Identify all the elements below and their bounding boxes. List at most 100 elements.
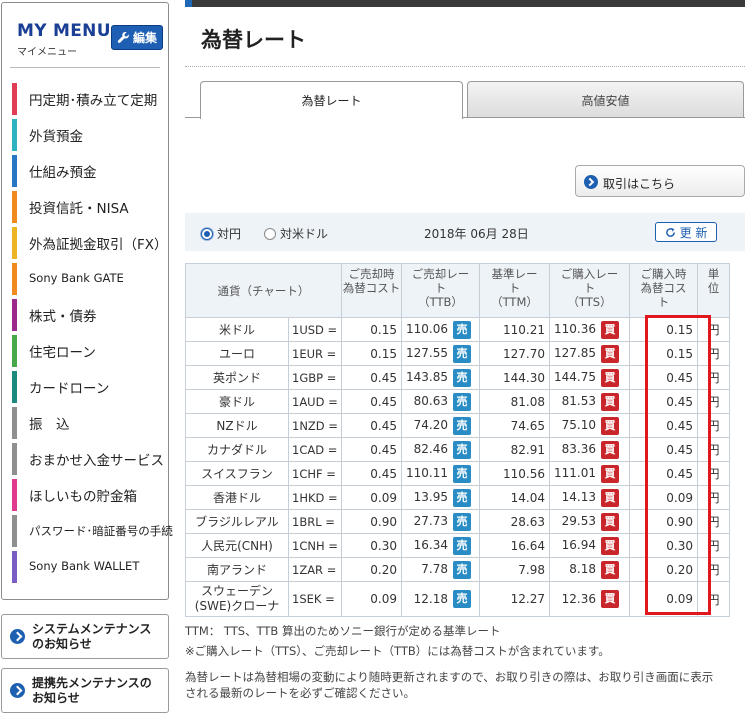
currency-chart-link[interactable]: 南アランド	[185, 557, 289, 582]
currency-chart-link[interactable]: カナダドル	[185, 437, 289, 462]
currency-chart-link[interactable]: 米ドル	[185, 317, 289, 342]
sell-button[interactable]: 売	[453, 344, 471, 363]
sidebar-menu-item[interactable]: 外為証拠金取引（FX）	[12, 225, 168, 261]
sell-button[interactable]: 売	[453, 590, 471, 608]
buy-cost-value: 0.30	[629, 533, 698, 558]
sell-button[interactable]: 売	[453, 320, 471, 339]
currency-chart-link[interactable]: ユーロ	[185, 341, 289, 366]
sidebar-menu-item[interactable]: Sony Bank WALLET	[12, 549, 164, 585]
exchange-rate-table: 通貨（チャート） ご売却時 為替コスト ご売却レー ト （TTB） 基準レー ト…	[185, 263, 730, 617]
partner-maintenance-notice[interactable]: 提携先メンテナンスの お知らせ	[1, 668, 169, 713]
tab-high-low[interactable]: 高値安値	[467, 81, 744, 118]
tts-rate-value: 111.01	[554, 466, 596, 480]
table-row: 米ドル 1USD = 0.15 110.06 売 110.21 110.36 買 0.15 円	[185, 317, 730, 342]
buy-button[interactable]: 買	[601, 320, 619, 339]
sell-button[interactable]: 売	[453, 536, 471, 555]
currency-name: カナダドル	[206, 443, 267, 457]
buy-button[interactable]: 買	[601, 488, 619, 507]
buy-button[interactable]: 買	[601, 512, 619, 531]
currency-name: スイスフラン	[201, 467, 273, 481]
sidebar-menu-item[interactable]: 住宅ローン	[12, 333, 164, 369]
sell-button[interactable]: 売	[453, 392, 471, 411]
currency-unit: 1CHF =	[288, 461, 342, 486]
ttb-rate-value: 143.85	[406, 370, 448, 384]
buy-button[interactable]: 買	[601, 344, 619, 363]
buy-button[interactable]: 買	[601, 368, 619, 387]
currency-chart-link[interactable]: スイスフラン	[185, 461, 289, 486]
sidebar-menu-item[interactable]: Sony Bank GATE	[12, 261, 164, 297]
system-maintenance-notice[interactable]: システムメンテナンス のお知らせ	[1, 614, 169, 659]
buy-button[interactable]: 買	[601, 560, 619, 579]
currency-name: 香港ドル	[212, 491, 261, 505]
currency-name: ユーロ	[218, 347, 255, 361]
currency-chart-link[interactable]: 豪ドル	[185, 389, 289, 414]
buy-button[interactable]: 買	[601, 440, 619, 459]
currency-unit: 1BRL =	[288, 509, 342, 534]
currency-chart-link[interactable]: 人民元(CNH)	[185, 533, 289, 558]
sidebar-menu-item[interactable]: 円定期･積み立て定期	[12, 81, 164, 117]
sidebar-menu-item[interactable]: おまかせ入金サービス	[12, 441, 164, 477]
unit-yen: 円	[697, 509, 730, 534]
currency-chart-link[interactable]: 香港ドル	[185, 485, 289, 510]
sell-button-wrap: 売	[448, 416, 476, 435]
unit-yen: 円	[697, 341, 730, 366]
sidebar-menu-item[interactable]: 外貨預金	[12, 117, 164, 153]
tab-exchange-rate[interactable]: 為替レート	[200, 81, 463, 119]
sell-button[interactable]: 売	[453, 512, 471, 531]
notice-label: 提携先メンテナンスの お知らせ	[32, 676, 152, 705]
menu-color-bar	[12, 443, 17, 475]
sell-button[interactable]: 売	[453, 464, 471, 483]
tts-rate: 16.94 買	[549, 533, 630, 558]
top-bar	[185, 0, 745, 7]
wrench-icon	[117, 31, 129, 43]
buy-button[interactable]: 買	[601, 590, 619, 608]
sell-button[interactable]: 売	[453, 560, 471, 579]
tts-rate: 75.10 買	[549, 413, 630, 438]
ttb-rate: 74.20 売	[401, 413, 480, 438]
buy-button-wrap: 買	[596, 368, 624, 387]
sell-cost-value: 0.90	[341, 509, 402, 534]
buy-cost-value: 0.90	[629, 509, 698, 534]
buy-button[interactable]: 買	[601, 392, 619, 411]
sell-button[interactable]: 売	[453, 440, 471, 459]
buy-button[interactable]: 買	[601, 464, 619, 483]
sidebar-menu-item[interactable]: ほしいもの貯金箱	[12, 477, 164, 513]
arrow-right-icon	[10, 683, 25, 698]
sell-button[interactable]: 売	[453, 368, 471, 387]
buy-button-wrap: 買	[596, 512, 624, 531]
currency-chart-link[interactable]: ブラジルレアル	[185, 509, 289, 534]
sell-button-wrap: 売	[448, 368, 476, 387]
sell-button[interactable]: 売	[453, 416, 471, 435]
buy-button[interactable]: 買	[601, 536, 619, 555]
trade-here-button[interactable]: 取引はこちら	[575, 165, 745, 197]
ttm-rate: 7.98	[479, 557, 550, 582]
menu-color-bar	[12, 299, 17, 331]
sidebar-menu-item-label: 株式・債券	[29, 309, 97, 325]
currency-chart-link[interactable]: 英ポンド	[185, 365, 289, 390]
buy-button[interactable]: 買	[601, 416, 619, 435]
sidebar-menu-item[interactable]: カードローン	[12, 369, 164, 405]
sidebar-menu-item[interactable]: 投資信託・NISA	[12, 189, 164, 225]
currency-chart-link[interactable]: NZドル	[185, 413, 289, 438]
refresh-button[interactable]: 更 新	[655, 222, 717, 242]
ttb-rate: 110.11 売	[401, 461, 480, 486]
menu-color-bar	[12, 83, 17, 115]
sidebar-menu-item[interactable]: 仕組み預金	[12, 153, 164, 189]
currency-chart-link[interactable]: スウェーデン (SWE)クローナ	[185, 581, 289, 617]
menu-color-bar	[12, 515, 17, 547]
radio-vs-usd[interactable]: 対米ドル	[264, 225, 328, 242]
sidebar-menu-item[interactable]: パスワード･暗証番号の手続	[12, 513, 173, 549]
sell-cost-value: 0.09	[341, 485, 402, 510]
arrow-right-icon	[10, 629, 25, 644]
sidebar-menu-item[interactable]: 振 込	[12, 405, 164, 441]
currency-unit: 1USD =	[288, 317, 342, 342]
ttb-rate: 7.78 売	[401, 557, 480, 582]
ttm-rate: 74.65	[479, 413, 550, 438]
sidebar-menu-item[interactable]: 株式・債券	[12, 297, 164, 333]
sell-button-wrap: 売	[448, 320, 476, 339]
sidebar: MY MENU マイメニュー 編集 円定期･積み立て定期 外貨預金 仕組み預金 投資信…	[0, 0, 173, 716]
sell-button[interactable]: 売	[453, 488, 471, 507]
radio-vs-yen[interactable]: 対円	[201, 225, 241, 242]
ttm-rate: 16.64	[479, 533, 550, 558]
edit-menu-button[interactable]: 編集	[111, 25, 163, 50]
